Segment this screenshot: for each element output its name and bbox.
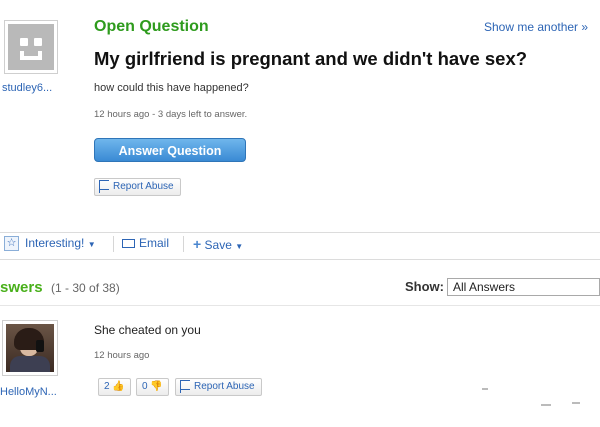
answers-count: (1 - 30 of 38) [51,281,120,295]
thumbs-up-icon: 👍 [112,381,125,392]
divider [113,236,114,252]
answer-report-abuse-button[interactable]: Report Abuse [175,378,262,396]
flag-icon [180,380,190,393]
star-icon[interactable]: ☆ [4,236,19,251]
answer-text: She cheated on you [94,323,201,337]
thumbs-down-count: 0 [142,381,148,392]
thumbs-up-count: 2 [104,381,110,392]
thumbs-up-button[interactable]: 2 👍 [98,378,131,396]
user-photo [6,324,54,372]
show-another-link[interactable]: Show me another » [484,20,588,34]
save-button[interactable]: + Save ▼ [193,236,243,252]
divider [0,305,600,306]
flag-icon [99,180,109,193]
interesting-label: Interesting! [25,236,85,250]
question-meta: 12 hours ago - 3 days left to answer. [94,109,248,120]
email-label: Email [139,236,170,250]
question-title: My girlfriend is pregnant and we didn't … [94,48,528,69]
answer-meta: 12 hours ago [94,350,150,361]
decorative-dots [572,402,580,404]
chevron-down-icon: ▼ [87,240,96,249]
default-avatar-icon [8,24,54,70]
thumbs-down-icon: 👎 [150,381,163,392]
asker-avatar[interactable] [4,20,58,74]
interesting-button[interactable]: Interesting! ▼ [25,236,96,250]
decorative-dots [541,404,551,406]
decorative-dots [482,388,488,390]
email-button[interactable]: Email [122,236,169,250]
answers-title: swers [0,279,43,296]
answerer-username[interactable]: HelloMyN... [0,386,57,398]
report-abuse-label: Report Abuse [113,181,174,192]
divider [183,236,184,252]
report-abuse-button[interactable]: Report Abuse [94,178,181,196]
answer-report-abuse-label: Report Abuse [194,381,255,392]
answerer-avatar[interactable] [2,320,58,376]
plus-icon: + [193,236,202,252]
thumbs-down-button[interactable]: 0 👎 [136,378,169,396]
show-filter-label: Show: [405,279,444,294]
answer-question-button[interactable]: Answer Question [94,138,246,162]
save-label: Save [204,238,232,252]
question-status: Open Question [94,18,209,35]
asker-username[interactable]: studley6... [2,82,52,94]
question-body: how could this have happened? [94,82,249,94]
envelope-icon [122,239,135,248]
show-filter-select[interactable]: All Answers [447,278,600,296]
chevron-down-icon: ▼ [235,242,244,251]
